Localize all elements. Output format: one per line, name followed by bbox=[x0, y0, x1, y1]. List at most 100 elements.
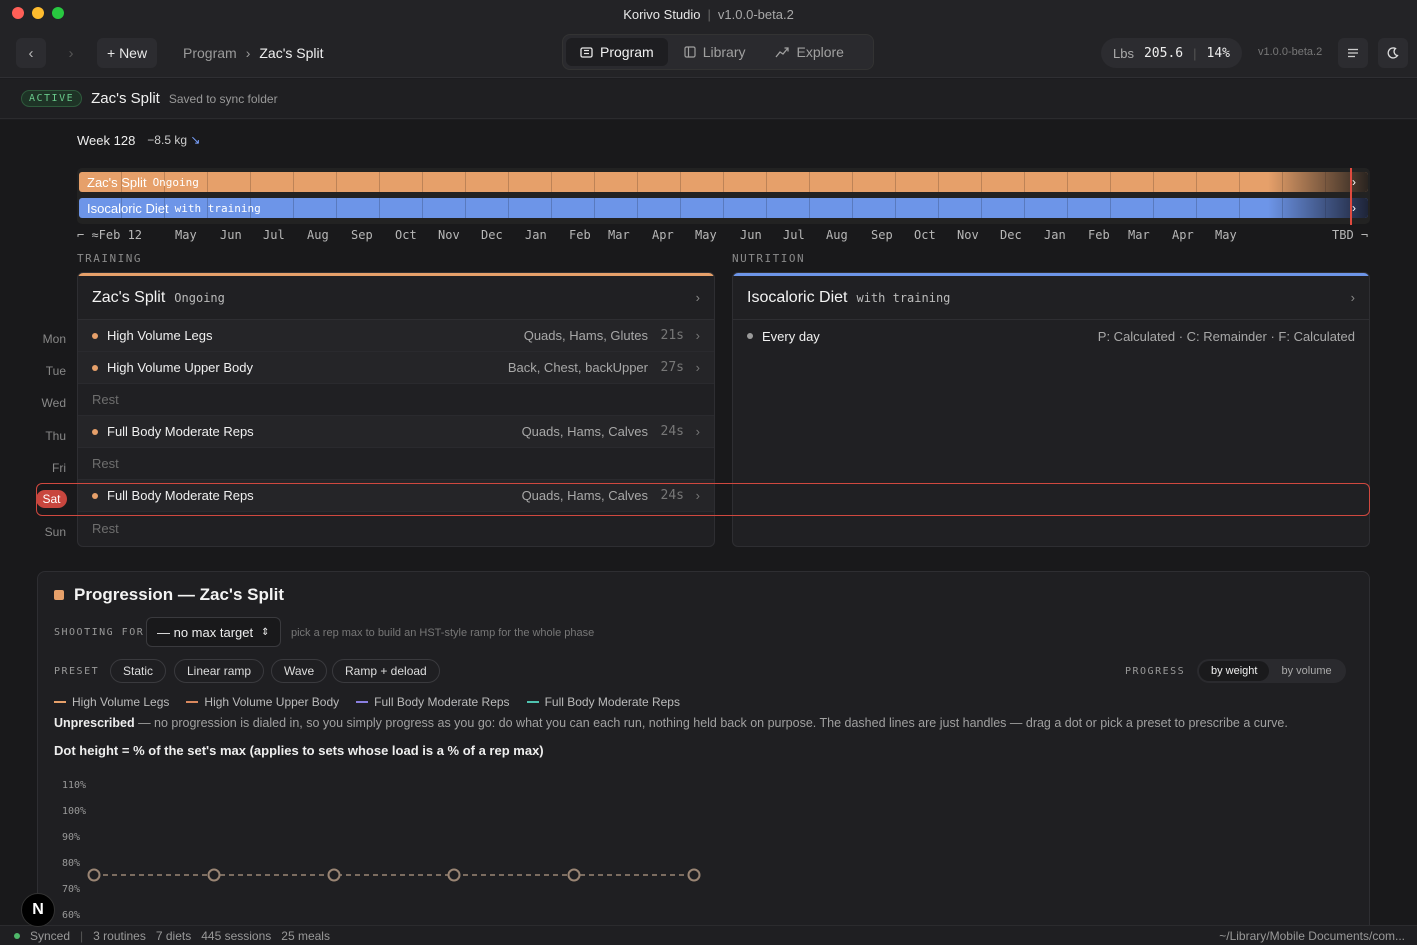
timeline-month-label: Sep bbox=[871, 228, 893, 242]
workout-duration: 27s bbox=[660, 360, 684, 375]
rest-label: Rest bbox=[92, 392, 119, 407]
preset-static-button[interactable]: Static bbox=[110, 659, 167, 683]
workout-row-thu[interactable]: Full Body Moderate Reps Quads, Hams, Calv… bbox=[78, 416, 714, 448]
chevron-right-icon: › bbox=[695, 424, 700, 439]
timeline-months: ⌐ ≈Feb 12 May Jun Jul Aug Sep Oct Nov Dec Jan Feb M… bbox=[77, 228, 1370, 242]
legend-label: High Volume Upper Body bbox=[204, 695, 340, 709]
sync-folder-path[interactable]: ~/Library/Mobile Documents/com... bbox=[1219, 929, 1405, 943]
main-tabs: Program Library Explore bbox=[562, 34, 874, 70]
timeline-month-label: Nov bbox=[957, 228, 979, 242]
workout-row-mon[interactable]: High Volume Legs Quads, Hams, Glutes 21s › bbox=[78, 320, 714, 352]
status-bar: Synced | 3 routines 7 diets 445 sessions… bbox=[0, 925, 1417, 945]
workout-name: High Volume Legs bbox=[107, 328, 213, 343]
preset-ramp-deload-button[interactable]: Ramp + deload bbox=[332, 659, 440, 683]
workout-row-sun[interactable]: Rest bbox=[78, 512, 714, 544]
workout-row-wed[interactable]: Rest bbox=[78, 384, 714, 416]
max-target-select[interactable]: — no max target ⇕ bbox=[146, 617, 281, 647]
timeline-month-label: Jan bbox=[525, 228, 547, 242]
timeline-month-label: Feb bbox=[1088, 228, 1110, 242]
chevron-right-icon: › bbox=[1350, 290, 1355, 305]
weight-value: 205.6 bbox=[1143, 45, 1184, 61]
workout-muscles: Back, Chest, backUpper bbox=[507, 360, 648, 375]
timeline-month-label: May bbox=[1215, 228, 1237, 242]
timeline-bar-training-kind: Ongoing bbox=[152, 175, 199, 189]
workout-name: Full Body Moderate Reps bbox=[107, 424, 254, 439]
library-icon bbox=[684, 46, 696, 58]
rest-label: Rest bbox=[92, 456, 119, 471]
progress-mode-toggle[interactable]: by weight by volume bbox=[1197, 659, 1346, 683]
routines-count: 3 routines bbox=[93, 928, 146, 943]
forward-button[interactable]: › bbox=[56, 38, 86, 68]
progression-title: Progression — Zac's Split bbox=[54, 585, 284, 605]
timeline-month-label: Feb bbox=[569, 228, 591, 242]
weight-delta-value: −8.5 kg bbox=[147, 133, 187, 147]
menu-button[interactable] bbox=[1338, 38, 1368, 68]
meals-count: 25 meals bbox=[281, 928, 330, 943]
weekday-label: Mon bbox=[42, 332, 66, 346]
legend-swatch bbox=[54, 701, 66, 703]
version-label: v1.0.0-beta.2 bbox=[1258, 46, 1323, 58]
chevron-right-icon: › bbox=[68, 44, 74, 62]
workout-row-tue[interactable]: High Volume Upper Body Back, Chest, backU… bbox=[78, 352, 714, 384]
timeline-month-label: Jun bbox=[220, 228, 242, 242]
shooting-for-label: SHOOTING FOR bbox=[54, 627, 145, 638]
progression-point[interactable] bbox=[327, 868, 341, 882]
timeline-month-label: Mar bbox=[608, 228, 630, 242]
close-window-button[interactable] bbox=[12, 7, 24, 19]
breadcrumb-program[interactable]: Program bbox=[183, 45, 237, 61]
program-icon bbox=[580, 46, 593, 58]
theme-toggle-button[interactable] bbox=[1378, 38, 1408, 68]
preset-linear-ramp-button[interactable]: Linear ramp bbox=[174, 659, 265, 683]
new-button[interactable]: + New bbox=[97, 38, 158, 68]
legend-item: High Volume Upper Body bbox=[186, 695, 339, 709]
moon-icon bbox=[1387, 47, 1399, 59]
save-status: Saved to sync folder bbox=[168, 91, 278, 106]
training-card-header[interactable]: Zac's Split Ongoing › bbox=[78, 276, 714, 320]
week-label: Week 128 bbox=[77, 133, 136, 148]
window-controls[interactable] bbox=[12, 7, 64, 19]
progression-point[interactable] bbox=[687, 868, 701, 882]
progress-by-volume[interactable]: by volume bbox=[1269, 661, 1343, 681]
weight-unit: Lbs bbox=[1113, 45, 1134, 61]
dev-badge[interactable]: N bbox=[21, 893, 55, 927]
timeline-month-label: May bbox=[175, 228, 197, 242]
progression-point[interactable] bbox=[447, 868, 461, 882]
legend-label: Full Body Moderate Reps bbox=[374, 695, 510, 709]
weekday-label: Wed bbox=[41, 396, 66, 411]
chevron-right-icon: › bbox=[695, 360, 700, 375]
timeline-bar-nutrition[interactable]: Isocaloric Diet with training › bbox=[79, 198, 1368, 218]
training-section-label: TRAINING bbox=[77, 252, 142, 265]
nutrition-row-every-day[interactable]: Every day P: Calculated · C: Remainder ·… bbox=[733, 320, 1369, 352]
timeline-month-label: Dec bbox=[481, 228, 503, 242]
progression-point[interactable] bbox=[207, 868, 221, 882]
workout-row-fri[interactable]: Rest bbox=[78, 448, 714, 480]
progress-by-weight[interactable]: by weight bbox=[1199, 661, 1270, 681]
chart-legend: High Volume Legs High Volume Upper Body Fu… bbox=[54, 695, 680, 709]
nutrition-card-kind: with training bbox=[856, 290, 951, 305]
nutrition-card-header[interactable]: Isocaloric Diet with training › bbox=[733, 276, 1369, 320]
chevron-right-icon: › bbox=[1352, 201, 1356, 215]
weekday-label: Fri bbox=[52, 460, 66, 475]
progression-chart[interactable]: 110% 100% 90% 80% 70% 60% bbox=[54, 772, 1344, 945]
legend-item: Full Body Moderate Reps bbox=[526, 695, 680, 709]
progression-point[interactable] bbox=[87, 868, 101, 882]
y-tick-label: 110% bbox=[62, 780, 86, 791]
timeline-month-label: Jan bbox=[1044, 228, 1066, 242]
unprescribed-title: Unprescribed bbox=[54, 716, 135, 730]
tab-explore-label: Explore bbox=[796, 44, 844, 60]
body-stats[interactable]: Lbs 205.6 | 14% bbox=[1101, 38, 1242, 68]
tab-explore[interactable]: Explore bbox=[761, 38, 857, 66]
tab-library[interactable]: Library bbox=[670, 38, 760, 66]
tab-program[interactable]: Program bbox=[566, 38, 668, 66]
timeline-bar-training[interactable]: Zac's Split Ongoing › bbox=[79, 172, 1368, 192]
phase-timeline[interactable]: Zac's Split Ongoing › Isocaloric Diet with… bbox=[77, 168, 1370, 224]
active-program-bar: ACTIVE Zac's Split Saved to sync folder bbox=[0, 79, 1417, 119]
minimize-window-button[interactable] bbox=[32, 7, 44, 19]
timeline-month-label: Apr bbox=[652, 228, 674, 242]
preset-wave-button[interactable]: Wave bbox=[271, 659, 328, 683]
workout-muscles: Quads, Hams, Glutes bbox=[523, 328, 648, 343]
progression-point[interactable] bbox=[567, 868, 581, 882]
weight-delta: −8.5 kg ↘ bbox=[147, 133, 200, 148]
zoom-window-button[interactable] bbox=[52, 7, 64, 19]
back-button[interactable]: ‹ bbox=[16, 38, 46, 68]
